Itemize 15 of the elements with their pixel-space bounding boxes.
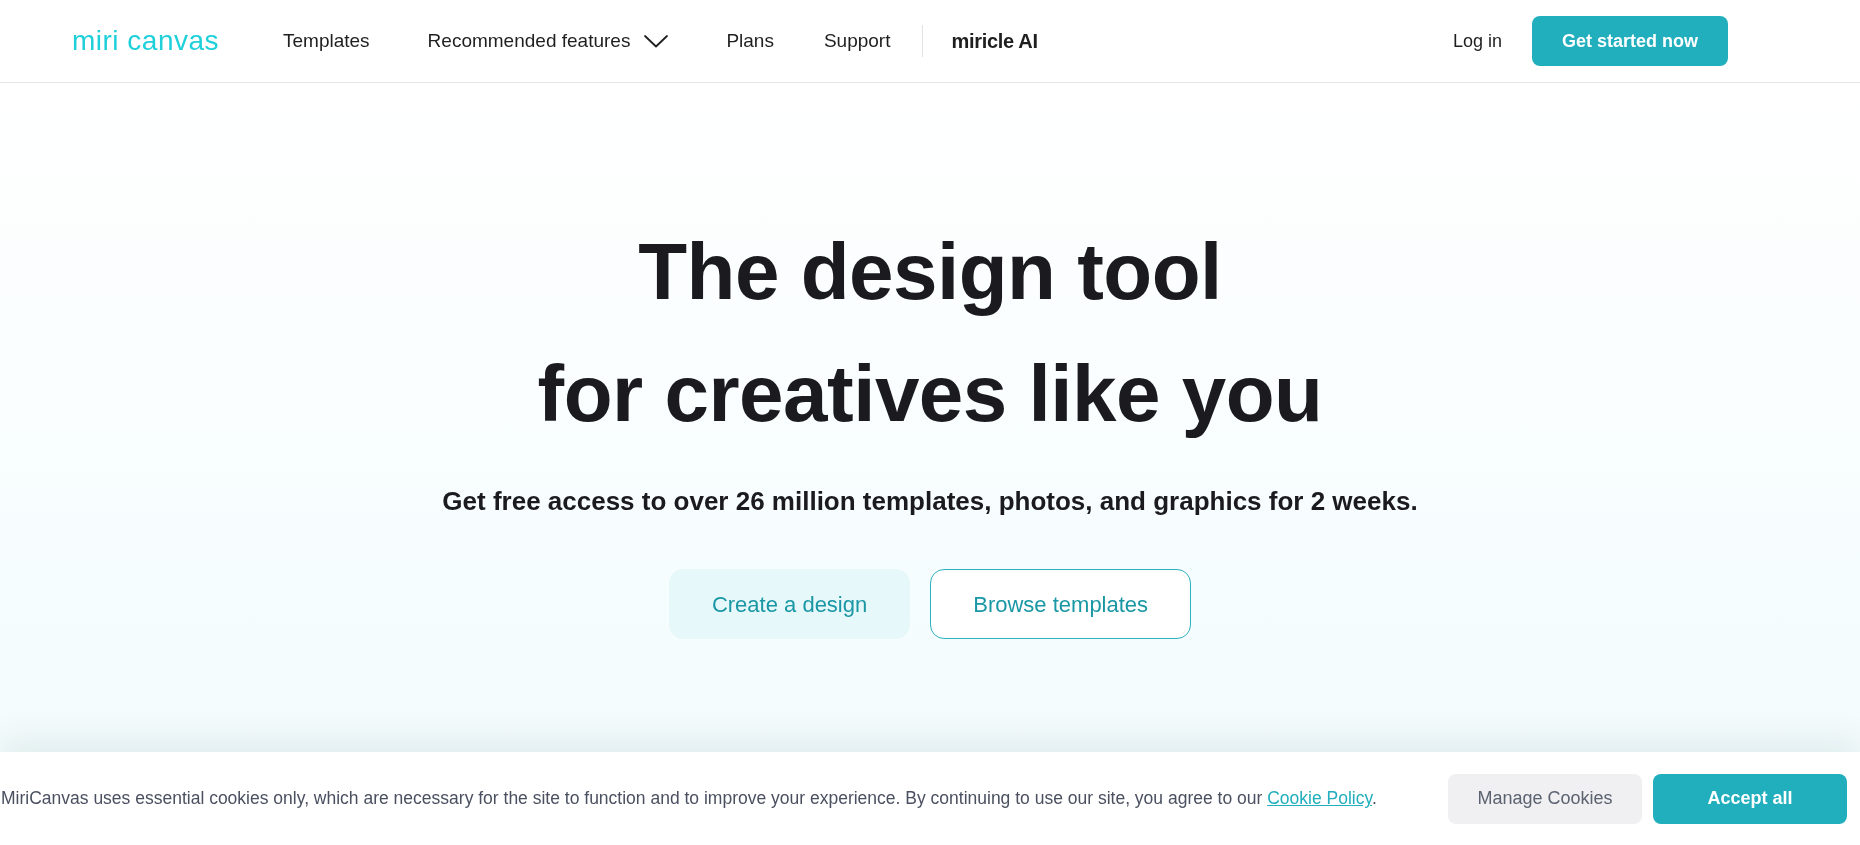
hero-subtitle: Get free access to over 26 million templates, photos, and graphics for 2 weeks. bbox=[442, 485, 1418, 518]
brand-link[interactable]: miricle AI bbox=[951, 26, 1038, 56]
create-button[interactable]: Create a design bbox=[668, 569, 911, 639]
hero-title: The design tool bbox=[638, 226, 1222, 318]
browse-button[interactable]: Browse templates bbox=[930, 569, 1192, 639]
chevron-down-icon bbox=[644, 34, 669, 48]
nav-link[interactable]: Support bbox=[823, 29, 891, 51]
login-link[interactable]: Log in bbox=[1452, 27, 1502, 55]
manage-cookies-button[interactable]: Manage Cookies bbox=[1448, 773, 1642, 824]
hero-title: for creatives like you bbox=[537, 348, 1323, 440]
cookie-notice: MiriCanvas uses essential cookies only, which are necessary for the site to function and to improve your experience. By continuing to use our site, you agree to our Cookie Policy. bbox=[0, 787, 1377, 811]
cookie-policy-link[interactable]: Cookie Policy bbox=[1267, 788, 1372, 809]
nav-dropdown[interactable]: Recommended features bbox=[427, 26, 669, 56]
nav-link[interactable]: Plans bbox=[726, 29, 774, 51]
nav-link[interactable]: Templates bbox=[283, 29, 370, 51]
